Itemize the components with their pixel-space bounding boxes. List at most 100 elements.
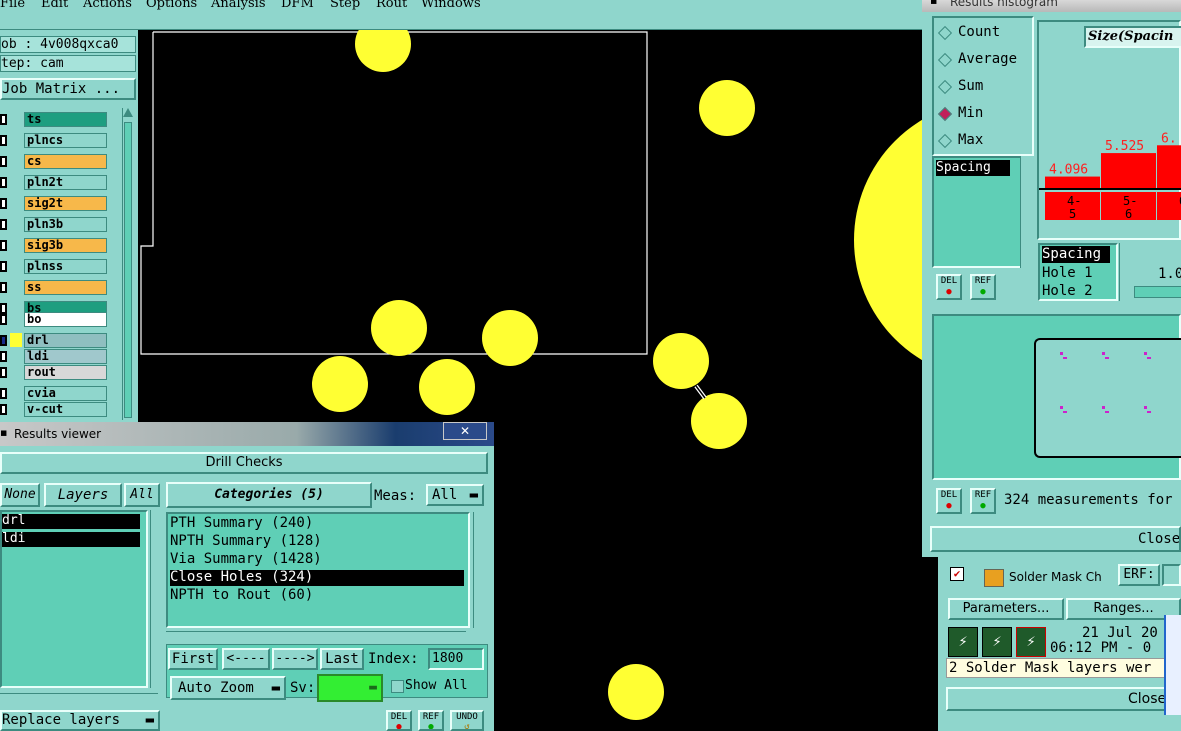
layer-name[interactable]: pln3b xyxy=(24,217,107,232)
layer-checkbox[interactable] xyxy=(0,114,7,125)
del-button[interactable]: DEL ● xyxy=(936,488,962,514)
layer-checkbox[interactable] xyxy=(0,335,7,346)
layer-name[interactable]: sig3b◆ xyxy=(24,238,127,253)
layer-name[interactable]: rout xyxy=(24,365,107,380)
ref-button[interactable]: REF ● xyxy=(970,274,996,300)
check-icon[interactable]: ✔ xyxy=(950,567,964,581)
layer-name[interactable]: cs◆ xyxy=(24,154,127,169)
histogram-bar[interactable] xyxy=(1157,145,1181,188)
none-button[interactable]: None xyxy=(0,483,40,507)
list-item[interactable]: drl xyxy=(2,514,140,529)
axis-metric-scrollbar[interactable] xyxy=(1119,243,1130,301)
auto-zoom-dropdown[interactable]: Auto Zoom ▬ xyxy=(170,676,286,700)
replace-layers-dropdown[interactable]: Replace layers ▬ xyxy=(0,710,160,731)
layer-row-drl[interactable]: drl◆ xyxy=(0,333,127,349)
layer-checkbox[interactable] xyxy=(0,367,7,378)
layer-row-pln3b[interactable]: pln3b xyxy=(0,217,120,233)
layer-name[interactable]: v-cut xyxy=(24,402,107,417)
category-item[interactable]: Close Holes (324) xyxy=(170,570,464,586)
layer-row-plncs[interactable]: plncs xyxy=(0,133,120,149)
menu-analysis[interactable]: Analysis xyxy=(211,0,266,11)
layer-row-cs[interactable]: cs◆ xyxy=(0,154,127,170)
category-item[interactable]: Via Summary (1428) xyxy=(170,552,464,568)
parameters-button[interactable]: Parameters... xyxy=(948,598,1064,620)
list-item[interactable]: Hole 1 xyxy=(1042,265,1110,282)
job-matrix-button[interactable]: Job Matrix ... xyxy=(0,78,136,100)
layer-row-rout[interactable]: rout xyxy=(0,365,120,381)
layer-result-hscrollbar[interactable] xyxy=(0,693,158,704)
layer-checkbox[interactable] xyxy=(0,261,7,272)
option-max[interactable]: Max xyxy=(937,132,1032,150)
category-hscrollbar[interactable] xyxy=(166,631,466,642)
solder-close-button[interactable]: Close xyxy=(946,687,1171,711)
radio-diamond-icon[interactable] xyxy=(937,106,953,122)
layer-checkbox[interactable] xyxy=(0,219,7,230)
erf-field[interactable] xyxy=(1162,564,1181,586)
layer-row-ldi[interactable]: ldi xyxy=(0,349,120,365)
drill-pad[interactable] xyxy=(371,300,427,356)
layer-checkbox[interactable] xyxy=(0,177,7,188)
histogram-titlebar[interactable]: ▪ Results histogram xyxy=(922,0,1181,12)
layer-row-ts[interactable]: ts◆ xyxy=(0,112,127,128)
large-pad[interactable] xyxy=(854,100,922,380)
scroll-up-icon[interactable] xyxy=(123,108,133,117)
close-icon[interactable]: ✕ xyxy=(443,422,487,440)
layer-row-cvia[interactable]: cvia xyxy=(0,386,120,402)
ref-button[interactable]: REF ● xyxy=(418,710,444,731)
layer-name[interactable]: pln2t xyxy=(24,175,107,190)
layer-row-pln2t[interactable]: pln2t xyxy=(0,175,120,191)
layer-checkbox[interactable] xyxy=(0,314,7,325)
meas-dropdown[interactable]: All ▬ xyxy=(426,484,484,506)
layer-row-plnss[interactable]: plnss xyxy=(0,259,120,275)
layer-checkbox[interactable] xyxy=(0,156,7,167)
category-item[interactable]: NPTH to Rout (60) xyxy=(170,588,464,604)
menu-actions[interactable]: Actions xyxy=(83,0,132,11)
scroll-thumb[interactable] xyxy=(124,122,132,418)
drill-pad[interactable] xyxy=(608,664,664,720)
layer-row-bo[interactable]: bo xyxy=(0,312,120,328)
drill-pad[interactable] xyxy=(419,359,475,415)
stop-icon[interactable]: ⚡ xyxy=(1016,627,1046,657)
run-all-icon[interactable]: ⚡ xyxy=(982,627,1012,657)
menu-step[interactable]: Step xyxy=(330,0,360,11)
category-item[interactable]: NPTH Summary (128) xyxy=(170,534,464,550)
layer-name[interactable]: drl◆ xyxy=(24,333,127,348)
next-button[interactable]: ----> xyxy=(272,648,318,670)
bin-cell[interactable] xyxy=(1157,192,1181,220)
layer-list-scrollbar[interactable] xyxy=(122,108,133,420)
menu-windows[interactable]: Windows xyxy=(421,0,481,11)
prev-button[interactable]: <---- xyxy=(222,648,270,670)
layer-name[interactable]: plnss xyxy=(24,259,107,274)
category-item[interactable]: PTH Summary (240) xyxy=(170,516,464,532)
radio-diamond-icon[interactable] xyxy=(937,52,953,68)
layer-row-v-cut[interactable]: v-cut xyxy=(0,402,120,418)
layer-name[interactable]: sig2t◆ xyxy=(24,196,127,211)
option-min[interactable]: Min xyxy=(937,105,1032,123)
drill-pad[interactable] xyxy=(312,356,368,412)
drill-pad[interactable] xyxy=(355,30,411,72)
layer-row-sig3b[interactable]: sig3b◆ xyxy=(0,238,127,254)
histogram-bar[interactable] xyxy=(1101,153,1156,188)
layer-checkbox[interactable] xyxy=(0,388,7,399)
option-sum[interactable]: Sum xyxy=(937,78,1032,96)
layer-checkbox[interactable] xyxy=(0,198,7,209)
menu-options[interactable]: Options xyxy=(146,0,197,11)
layer-checkbox[interactable] xyxy=(0,135,7,146)
radio-diamond-icon[interactable] xyxy=(937,25,953,41)
list-item[interactable]: ldi xyxy=(2,532,140,547)
layer-name[interactable]: ldi xyxy=(24,349,107,364)
radio-diamond-icon[interactable] xyxy=(937,133,953,149)
all-button[interactable]: All xyxy=(124,483,160,507)
drill-pad[interactable] xyxy=(482,310,538,366)
histogram-bar[interactable] xyxy=(1045,176,1100,188)
severity-color-dropdown[interactable]: ▬ xyxy=(317,674,383,702)
scale-slider[interactable] xyxy=(1134,286,1181,298)
del-button[interactable]: DEL ● xyxy=(386,710,412,731)
list-item[interactable]: Hole 2 xyxy=(1042,283,1110,300)
layer-name[interactable]: plncs xyxy=(24,133,107,148)
list-item[interactable]: Spacing xyxy=(936,160,1010,176)
radio-diamond-icon[interactable] xyxy=(937,79,953,95)
histogram-close-button[interactable]: Close xyxy=(930,526,1181,552)
drill-pad[interactable] xyxy=(653,333,709,389)
menu-rout[interactable]: Rout xyxy=(376,0,407,11)
